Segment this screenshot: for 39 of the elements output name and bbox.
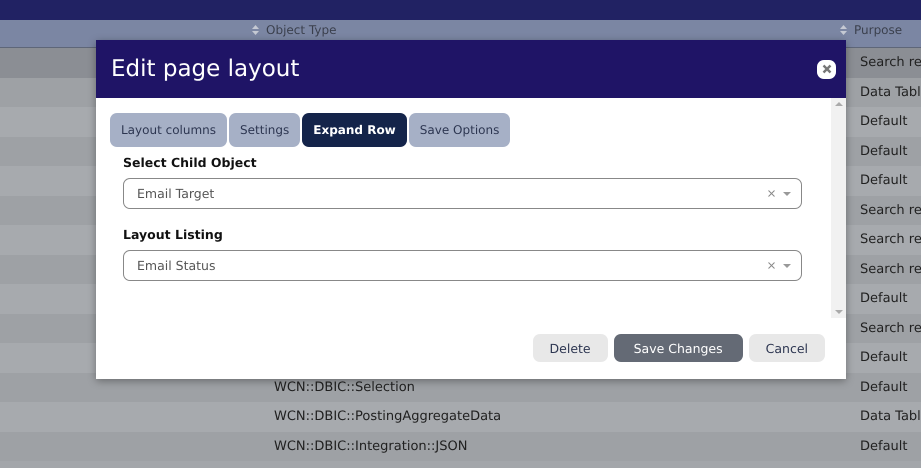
table-cell-text: Default — [860, 144, 908, 159]
table-cell: Search re — [860, 262, 921, 277]
table-cell-text: Default — [860, 380, 908, 395]
sort-icon[interactable] — [840, 24, 847, 36]
table-cell-text: WCN::DBIC::Integration::JSON — [274, 438, 468, 454]
dialog-title: Edit page layout — [111, 56, 300, 82]
table-cell-text: Default — [860, 114, 908, 130]
table-cell: Search re — [860, 55, 921, 70]
table-cell-text: Default — [860, 173, 908, 188]
caret-icon[interactable] — [783, 264, 791, 268]
close-icon — [822, 64, 832, 74]
table-row[interactable]: WCN::DBIC::PostingAggregateData Data Tabl — [0, 402, 921, 432]
table-cell-text: Default — [860, 291, 908, 306]
clear-icon[interactable] — [768, 262, 775, 269]
dialog-button[interactable]: Save Changes — [614, 334, 743, 362]
dialog-button[interactable]: Cancel — [748, 334, 825, 362]
table-cell: Search re — [860, 202, 921, 218]
table-cell: Search re — [860, 232, 921, 248]
table-cell-text: WCN::DBIC::Selection — [274, 380, 416, 395]
select-field[interactable]: Email Status — [123, 250, 802, 281]
tab[interactable]: Layout columns — [110, 113, 228, 147]
table-cell-text: Default — [860, 438, 908, 454]
dialog-button[interactable]: Delete — [532, 334, 608, 362]
scrollbar[interactable] — [831, 98, 846, 318]
table-cell-text: Default — [860, 350, 908, 366]
table-cell: Search re — [860, 320, 921, 336]
table-row[interactable]: WCN::DBIC::Integration::JSON Default — [0, 432, 921, 461]
sort-icon[interactable] — [252, 24, 259, 36]
table-cell: Data Tabl — [860, 409, 921, 424]
tab[interactable]: Expand Row — [302, 113, 407, 147]
table-cell: Data Tabl — [860, 84, 921, 100]
table-cell-text: WCN::DBIC::PostingAggregateData — [274, 409, 502, 424]
field-label: Layout Listing — [123, 227, 224, 242]
close-button[interactable] — [817, 60, 836, 78]
select-field[interactable]: Email Target — [123, 178, 802, 209]
tab[interactable]: Settings — [229, 113, 300, 147]
field-label: Select Child Object — [123, 155, 258, 170]
tab[interactable]: Save Options — [408, 113, 510, 147]
clear-icon[interactable] — [768, 190, 775, 197]
